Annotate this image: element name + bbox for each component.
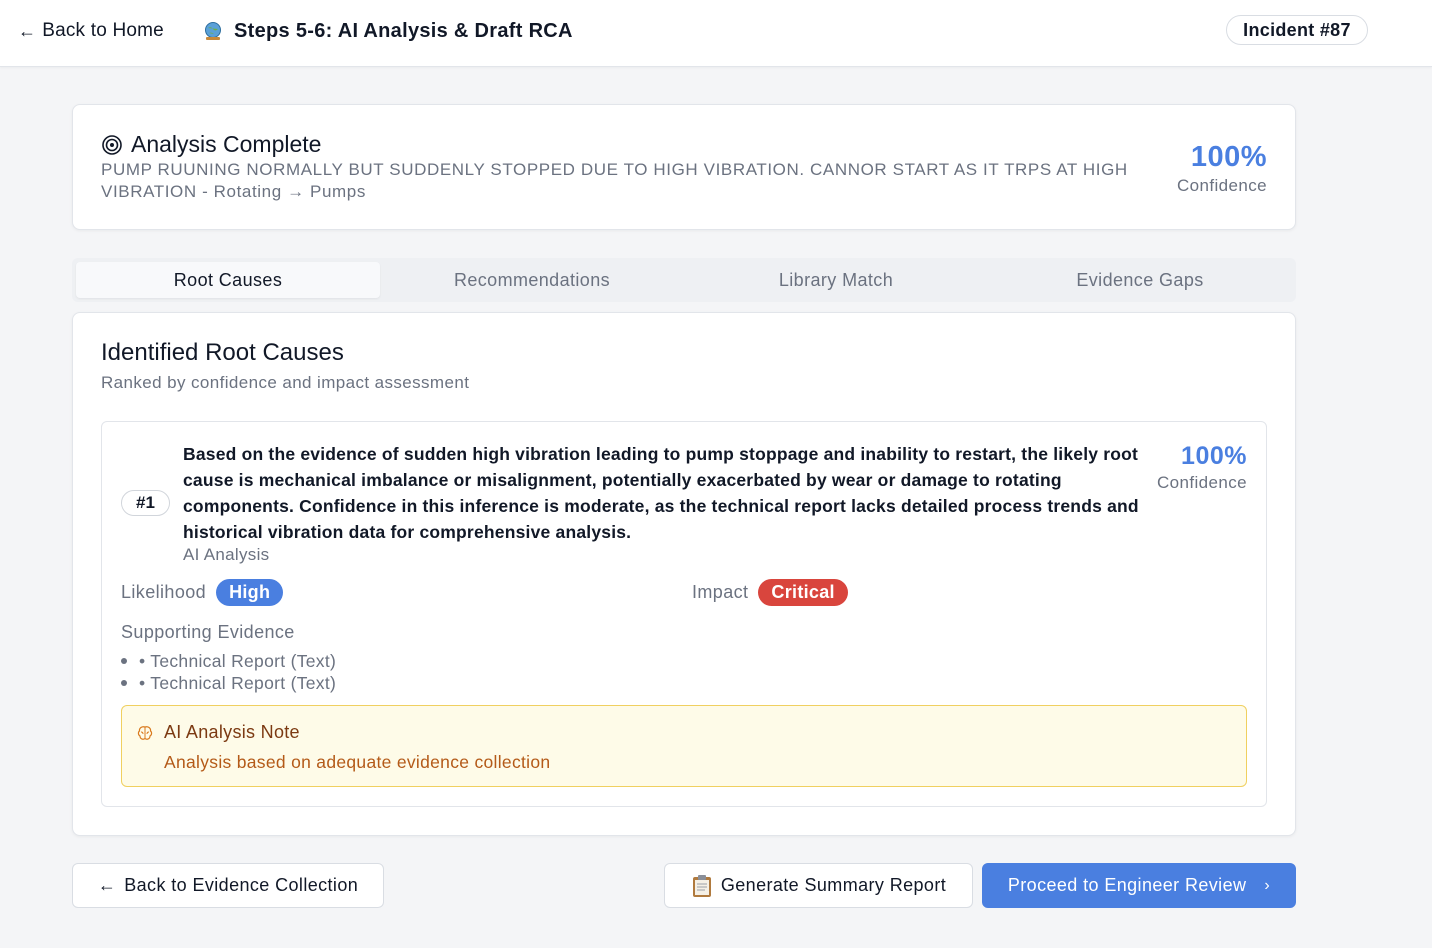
ai-note-text: Analysis based on adequate evidence coll… bbox=[164, 752, 551, 772]
generate-summary-button[interactable]: Generate Summary Report bbox=[664, 863, 973, 908]
likelihood-label: Likelihood bbox=[121, 582, 207, 602]
root-causes-title: Identified Root Causes bbox=[101, 339, 344, 366]
page-title-text: Steps 5-6: AI Analysis & Draft RCA bbox=[234, 19, 573, 42]
clipboard-icon bbox=[692, 874, 711, 897]
incident-badge: Incident #87 bbox=[1226, 15, 1368, 45]
root-causes-panel: Identified Root Causes Ranked by confide… bbox=[72, 312, 1296, 836]
analysis-summary-card: Analysis Complete PUMP RUUNING NORMALLY … bbox=[72, 104, 1296, 230]
root-causes-subtitle: Ranked by confidence and impact assessme… bbox=[101, 373, 470, 392]
ai-note-title: AI Analysis Note bbox=[164, 722, 300, 742]
overall-confidence-value: 100% bbox=[1190, 141, 1267, 173]
evidence-item: • Technical Report (Text) bbox=[121, 672, 336, 694]
tab-evidence-gaps[interactable]: Evidence Gaps bbox=[988, 262, 1292, 298]
proceed-to-review-button[interactable]: Proceed to Engineer Review › bbox=[982, 863, 1296, 908]
root-cause-confidence: 100% Confidence bbox=[1157, 442, 1247, 493]
proceed-label: Proceed to Engineer Review bbox=[1007, 875, 1247, 895]
analysis-heading-text: Analysis Complete bbox=[131, 131, 322, 157]
root-cause-confidence-label: Confidence bbox=[1156, 473, 1247, 492]
root-cause-confidence-value: 100% bbox=[1181, 442, 1247, 470]
arrow-left-icon: ← bbox=[18, 20, 37, 41]
overall-confidence-label: Confidence bbox=[1176, 176, 1267, 195]
supporting-evidence-list: • Technical Report (Text) • Technical Re… bbox=[121, 650, 336, 694]
rank-badge: #1 bbox=[121, 490, 170, 516]
root-cause-source: AI Analysis bbox=[183, 545, 270, 564]
back-to-home-link[interactable]: ← Back to Home bbox=[18, 19, 164, 43]
page-title: Steps 5-6: AI Analysis & Draft RCA bbox=[202, 17, 573, 45]
impact-field: Impact Critical bbox=[692, 579, 848, 606]
globe-icon bbox=[205, 22, 221, 40]
root-cause-item: #1 Based on the evidence of sudden high … bbox=[101, 421, 1267, 807]
ai-analysis-note: AI Analysis Note Analysis based on adequ… bbox=[121, 705, 1247, 787]
root-cause-text: Based on the evidence of sudden high vib… bbox=[183, 444, 1139, 542]
tab-recommendations[interactable]: Recommendations bbox=[380, 262, 684, 298]
target-icon bbox=[102, 134, 122, 155]
impact-badge: Critical bbox=[758, 579, 848, 606]
overall-confidence: 100% Confidence bbox=[1177, 141, 1267, 196]
back-to-home-label: Back to Home bbox=[42, 20, 164, 41]
back-to-evidence-label: Back to Evidence Collection bbox=[124, 875, 359, 895]
likelihood-field: Likelihood High bbox=[121, 579, 284, 606]
tab-library-match[interactable]: Library Match bbox=[684, 262, 988, 298]
evidence-item: • Technical Report (Text) bbox=[121, 650, 336, 672]
supporting-evidence-title: Supporting Evidence bbox=[121, 622, 295, 642]
likelihood-badge: High bbox=[216, 579, 284, 606]
arrow-left-icon: ← bbox=[97, 875, 117, 895]
analysis-tabs: Root Causes Recommendations Library Matc… bbox=[72, 258, 1296, 302]
brain-icon bbox=[137, 726, 153, 740]
evidence-item-label: • Technical Report (Text) bbox=[139, 650, 337, 671]
bullet-icon bbox=[121, 680, 127, 686]
impact-label: Impact bbox=[692, 582, 749, 602]
tab-root-causes[interactable]: Root Causes bbox=[76, 262, 380, 298]
generate-summary-label: Generate Summary Report bbox=[720, 875, 947, 895]
incident-description: PUMP RUUNING NORMALLY BUT SUDDENLY STOPP… bbox=[101, 160, 1128, 201]
analysis-heading: Analysis Complete bbox=[101, 131, 321, 158]
back-to-evidence-button[interactable]: ← Back to Evidence Collection bbox=[72, 863, 384, 908]
evidence-item-label: • Technical Report (Text) bbox=[139, 672, 337, 693]
chevron-right-icon: › bbox=[1264, 876, 1271, 894]
bullet-icon bbox=[121, 658, 127, 664]
top-bar: ← Back to Home Steps 5-6: AI Analysis & … bbox=[0, 0, 1432, 67]
